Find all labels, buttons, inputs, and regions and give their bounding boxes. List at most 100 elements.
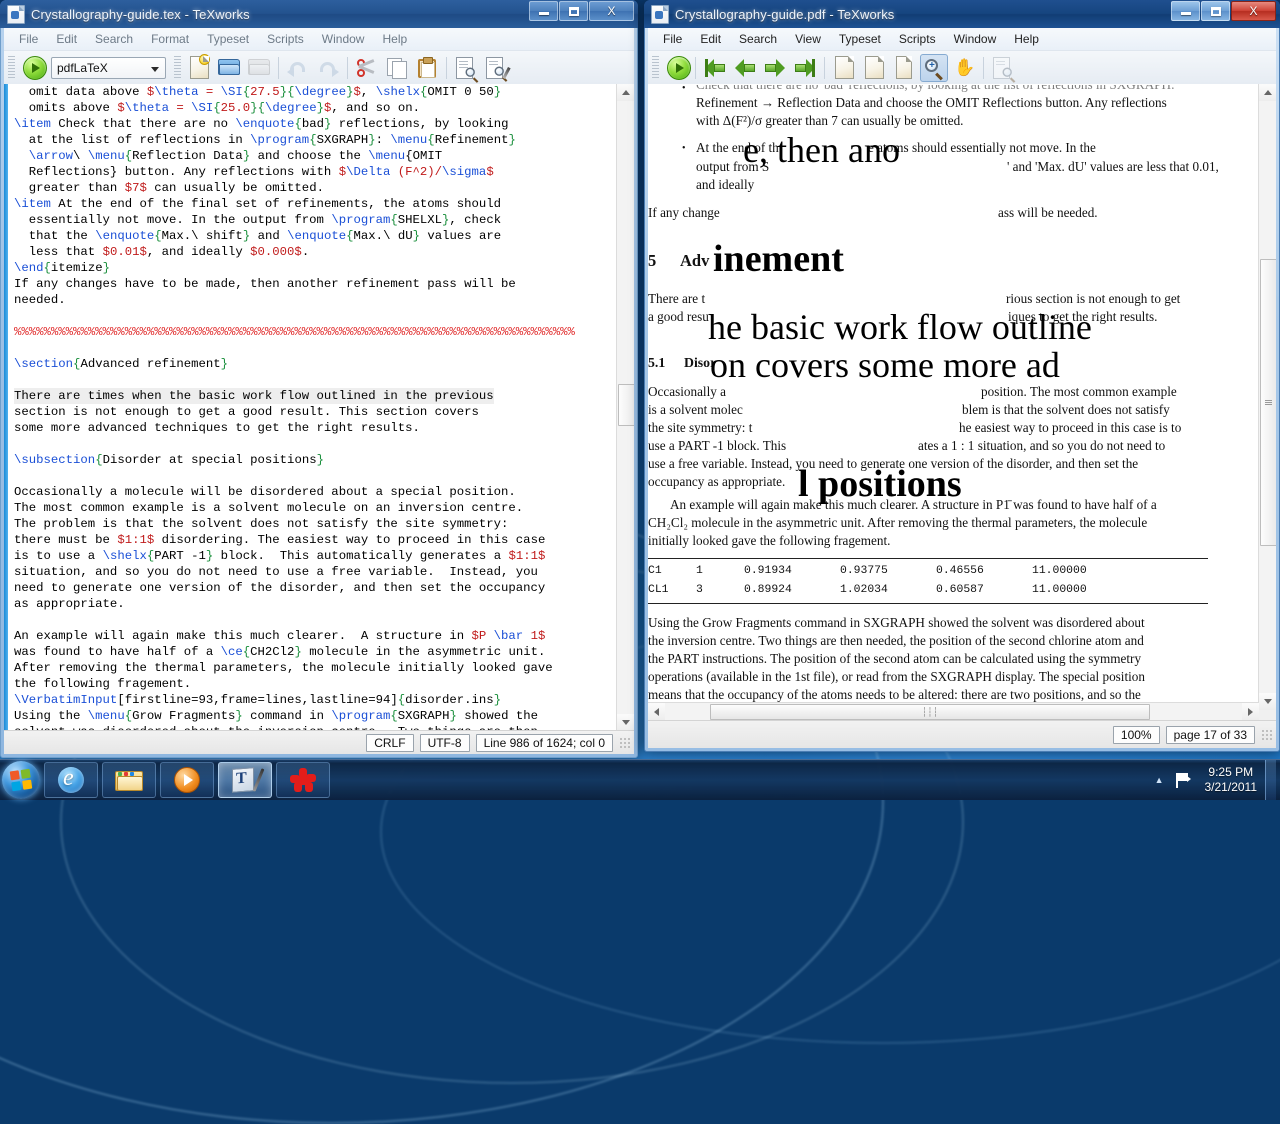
zoom-level-indicator[interactable]: 100% [1112,725,1160,744]
menu-file[interactable]: File [10,30,47,48]
editor-window[interactable]: Crystallography-guide.tex - TeXworks X F… [0,0,638,758]
editor-maximize-button[interactable] [559,1,588,21]
editor-close-button[interactable]: X [589,1,634,21]
cut-button[interactable] [353,54,381,82]
run-typeset-button[interactable] [23,55,47,80]
toolbar-grip-2[interactable] [174,55,181,80]
paste-button[interactable] [413,54,441,82]
editor-toolbar[interactable]: pdfLaTeX [4,51,634,85]
pdf-menu-scripts[interactable]: Scripts [890,30,945,48]
pdf-menu-file[interactable]: File [654,30,691,48]
editor-scrollbar-thumb[interactable] [618,384,634,426]
pdf-para5-b: rious section is not enough to get [1006,291,1181,306]
magnifier-artifact-1: e, then ano [743,130,900,170]
pdf-toolbar-grip[interactable] [652,55,659,80]
fit-width-button[interactable] [830,54,858,82]
menu-edit[interactable]: Edit [47,30,86,48]
pdf-window-controls[interactable]: X [1171,1,1276,21]
pdf-para53-l3: the PART instructions. The position of t… [648,651,1142,666]
page-number-indicator[interactable]: page 17 of 33 [1165,725,1255,744]
editor-scroll-up-button[interactable] [617,84,634,101]
taskbar-item-windows-media-player[interactable] [160,762,214,798]
typeset-engine-select[interactable]: pdfLaTeX [51,56,166,79]
pdf-run-typeset-button[interactable] [667,55,691,80]
undo-button[interactable] [284,54,312,82]
pdf-menu-search[interactable]: Search [730,30,786,48]
clock[interactable]: 9:25 PM 3/21/2011 [1205,765,1266,795]
pdf-minimize-button[interactable] [1171,1,1200,21]
menu-help[interactable]: Help [373,30,416,48]
previous-page-button[interactable] [731,54,759,82]
pdf-toolbar-separator-1 [695,56,696,79]
pdf-hscrollbar-thumb[interactable]: ┆┆┆ [710,704,1150,720]
next-page-button[interactable] [761,54,789,82]
action-center-flag-icon[interactable] [1175,772,1191,788]
pdf-scroll-down-button[interactable] [1259,693,1276,710]
pdf-maximize-button[interactable] [1201,1,1230,21]
show-hidden-icons-button[interactable]: ▲ [1155,775,1164,785]
save-file-button[interactable] [245,54,273,82]
find-button[interactable] [452,54,480,83]
pan-tool-button[interactable]: ✋ [950,54,978,82]
editor-titlebar[interactable]: Crystallography-guide.tex - TeXworks X [0,0,638,28]
toolbar-grip[interactable] [8,55,15,80]
copy-button[interactable] [383,54,411,82]
show-desktop-button[interactable] [1265,760,1276,800]
redo-button[interactable] [314,54,342,82]
chevron-down-icon [151,66,159,72]
editor-text-area[interactable]: omit data above $\theta = \SI{27.5}{\deg… [4,84,617,731]
pdf-scroll-up-button[interactable] [1259,84,1276,101]
resize-grip[interactable] [619,736,631,749]
pdf-subsection-number: 5.1 [648,355,666,370]
pdf-resize-grip[interactable] [1261,728,1273,741]
editor-menubar[interactable]: File Edit Search Format Typeset Scripts … [4,28,634,51]
last-page-button[interactable] [791,54,819,82]
pdf-menu-edit[interactable]: Edit [691,30,730,48]
editor-vertical-scrollbar[interactable] [616,84,634,731]
fit-window-button[interactable] [860,54,888,82]
pdf-close-button[interactable]: X [1231,1,1276,21]
pdf-scroll-left-button[interactable] [648,703,665,720]
pdf-toolbar[interactable]: + ✋ [648,51,1276,85]
menu-scripts[interactable]: Scripts [258,30,313,48]
search-replace-button[interactable] [482,54,511,82]
save-disk-icon [248,59,270,76]
open-file-button[interactable] [215,54,243,82]
pdf-titlebar[interactable]: Crystallography-guide.pdf - TeXworks X [644,0,1280,28]
taskbar[interactable]: T ▲ 9:25 PM 3/21/2011 [0,759,1280,800]
pdf-vertical-scrollbar[interactable] [1258,84,1276,710]
pdf-horizontal-scrollbar[interactable]: ┆┆┆ [648,702,1259,720]
new-document-button[interactable] [185,54,213,82]
search-pdf-button[interactable] [989,54,1017,83]
latex-source-code[interactable]: omit data above $\theta = \SI{27.5}{\deg… [14,84,617,731]
pdf-menu-typeset[interactable]: Typeset [830,30,890,48]
pdf-scroll-right-button[interactable] [1242,703,1259,720]
editor-scroll-down-button[interactable] [617,714,634,731]
pdf-menubar[interactable]: File Edit Search View Typeset Scripts Wi… [648,28,1276,51]
taskbar-item-windows-explorer[interactable] [102,762,156,798]
magnifying-glass-tool-button[interactable]: + [920,53,948,82]
actual-size-button[interactable] [890,54,918,82]
taskbar-item-texworks[interactable]: T [218,762,272,798]
pdf-menu-window[interactable]: Window [945,30,1006,48]
taskbar-item-internet-explorer[interactable] [44,762,98,798]
encoding-indicator[interactable]: UTF-8 [419,733,470,752]
editor-minimize-button[interactable] [529,1,558,21]
pdf-scrollbar-thumb[interactable] [1260,259,1276,546]
magnifier-artifact-2: inement [713,238,844,280]
pdf-window[interactable]: Crystallography-guide.pdf - TeXworks X F… [644,0,1280,752]
start-button[interactable] [2,761,40,799]
line-ending-indicator[interactable]: CRLF [366,733,414,752]
menu-typeset[interactable]: Typeset [198,30,258,48]
system-tray[interactable]: ▲ 9:25 PM 3/21/2011 [1155,760,1280,800]
pdf-page-view[interactable]: • Check that there are no 'bad' reflecti… [648,84,1259,710]
menu-format[interactable]: Format [142,30,198,48]
last-page-icon [795,58,815,77]
pdf-menu-view[interactable]: View [786,30,830,48]
menu-search[interactable]: Search [86,30,142,48]
taskbar-item-sxgraph[interactable] [276,762,330,798]
editor-window-controls[interactable]: X [529,1,634,21]
menu-window[interactable]: Window [313,30,374,48]
pdf-menu-help[interactable]: Help [1005,30,1048,48]
first-page-button[interactable] [701,54,729,82]
